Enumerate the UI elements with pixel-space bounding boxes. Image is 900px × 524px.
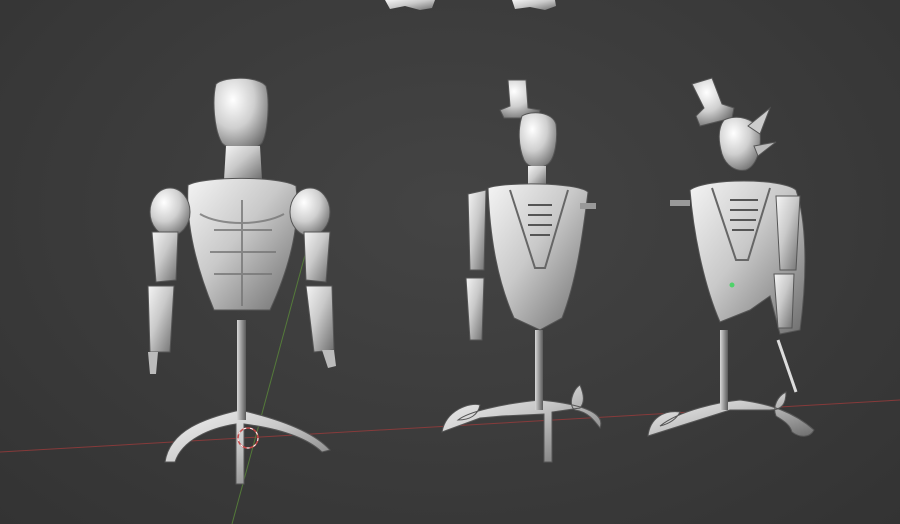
viewport-canvas[interactable] bbox=[0, 0, 900, 524]
3d-viewport[interactable] bbox=[0, 0, 900, 524]
mannequin-tailcoat-tophat[interactable] bbox=[647, 77, 815, 437]
mannequin-vest-tophat[interactable] bbox=[441, 79, 602, 463]
partial-object-top-left bbox=[385, 0, 435, 10]
mannequin-muscular[interactable] bbox=[147, 77, 336, 485]
partial-object-top-right bbox=[512, 0, 556, 10]
